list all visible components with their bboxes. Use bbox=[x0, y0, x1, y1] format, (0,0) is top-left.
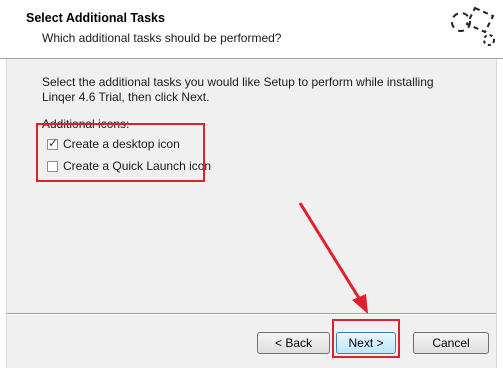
annotation-box-checkboxes bbox=[36, 123, 205, 182]
back-button[interactable]: < Back bbox=[257, 332, 330, 354]
annotation-box-next bbox=[332, 319, 400, 358]
wizard-logo-icon bbox=[441, 0, 503, 56]
wizard-header: Select Additional Tasks Which additional… bbox=[0, 0, 503, 59]
dialog-left-edge bbox=[0, 59, 7, 368]
page-subtitle: Which additional tasks should be perform… bbox=[42, 31, 282, 45]
page-title: Select Additional Tasks bbox=[26, 11, 165, 25]
intro-text: Select the additional tasks you would li… bbox=[42, 75, 434, 104]
cancel-button[interactable]: Cancel bbox=[413, 332, 489, 354]
button-separator bbox=[6, 313, 496, 315]
dialog-right-edge bbox=[496, 59, 503, 368]
